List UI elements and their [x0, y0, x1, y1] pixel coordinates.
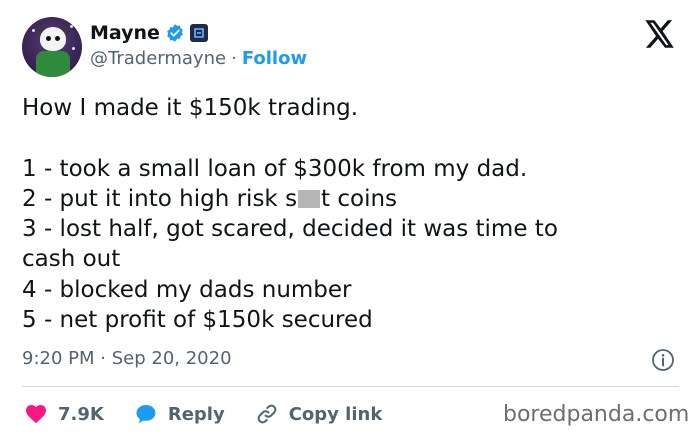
reply-icon: [136, 405, 156, 423]
reply-label: Reply: [167, 403, 225, 425]
tweet-line: cash out: [22, 246, 121, 273]
heart-icon: [26, 405, 46, 424]
reply-button[interactable]: Reply: [134, 402, 225, 426]
affiliate-badge-icon[interactable]: [189, 24, 208, 42]
avatar[interactable]: [22, 17, 82, 77]
timestamp-separator: ·: [100, 348, 106, 369]
like-count: 7.9K: [58, 403, 104, 425]
x-logo-icon[interactable]: [645, 20, 675, 48]
tweet-line: 5 - net profit of $150k secured: [22, 307, 373, 334]
author-name[interactable]: Mayne: [90, 22, 160, 44]
tweet-line-part: 2 - put it into high risk s: [22, 185, 298, 212]
tweet-line-part: t coins: [321, 185, 398, 212]
action-bar: 7.9K Reply Copy link: [24, 399, 412, 429]
follow-button[interactable]: Follow: [242, 48, 307, 69]
censor-block: [298, 189, 321, 208]
handle-row: @Tradermayne · Follow: [90, 48, 307, 69]
copy-link-label: Copy link: [288, 403, 383, 425]
copy-link-button[interactable]: Copy link: [255, 402, 383, 426]
author-name-row: Mayne: [90, 22, 208, 44]
tweet-line: 1 - took a small loan of $300k from my d…: [22, 155, 528, 182]
tweet-line: How I made it $150k trading.: [22, 95, 359, 121]
watermark: boredpanda.com: [503, 402, 690, 427]
tweet-date: Sep 20, 2020: [111, 348, 232, 369]
tweet-text: How I made it $150k trading. 1 - took a …: [22, 93, 682, 335]
author-handle[interactable]: @Tradermayne: [90, 48, 226, 69]
tweet-line: 3 - lost half, got scared, decided it wa…: [22, 216, 558, 243]
link-icon: [257, 404, 277, 424]
info-icon[interactable]: [651, 348, 675, 372]
tweet-line: 4 - blocked my dads number: [22, 276, 352, 303]
divider: [22, 386, 679, 387]
tweet-time: 9:20 PM: [22, 348, 95, 369]
tweet-line-censored: 2 - put it into high risk s t coins: [22, 184, 682, 214]
verified-badge-icon[interactable]: [165, 23, 185, 43]
tweet-timestamp[interactable]: 9:20 PM · Sep 20, 2020: [22, 348, 232, 369]
handle-separator: ·: [231, 48, 237, 69]
like-button[interactable]: 7.9K: [24, 402, 104, 426]
